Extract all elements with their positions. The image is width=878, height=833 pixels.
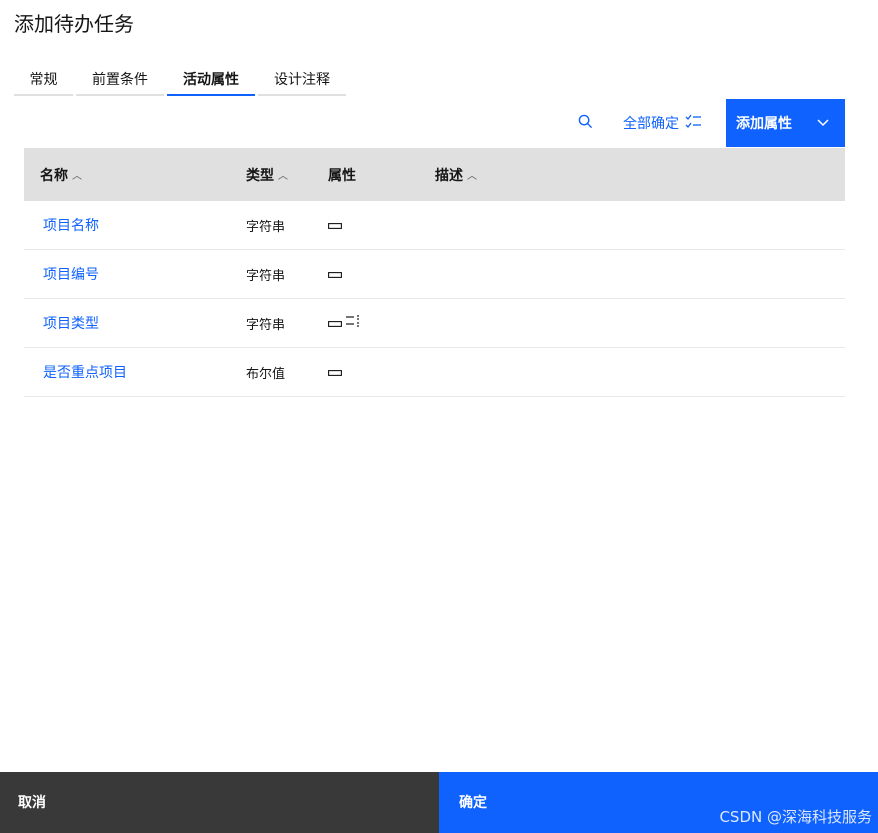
table-header: 名称 ︿ 类型 ︿ 属性 描述 ︿ <box>24 148 845 201</box>
confirm-all-button[interactable]: 全部确定 <box>605 99 726 147</box>
field-box-icon <box>328 315 342 331</box>
field-box-icon <box>328 364 342 380</box>
tab-general[interactable]: 常规 <box>14 64 73 96</box>
tab-bar: 常规 前置条件 活动属性 设计注释 <box>14 64 349 96</box>
column-header-type[interactable]: 类型 ︿ <box>246 165 328 185</box>
table-row: 项目名称 字符串 <box>24 201 845 250</box>
ok-button[interactable]: 确定 CSDN @深海科技服务 <box>439 772 878 833</box>
column-header-desc-label: 描述 <box>435 167 463 184</box>
table-row: 是否重点项目 布尔值 <box>24 348 845 397</box>
sort-ascending-icon: ︿ <box>467 171 477 182</box>
tab-design-notes[interactable]: 设计注释 <box>258 64 346 96</box>
attributes-table: 名称 ︿ 类型 ︿ 属性 描述 ︿ 项目名称 字符串 项目编号 字符串 项目类型 <box>24 148 845 397</box>
search-button[interactable] <box>565 99 605 147</box>
row-name-link[interactable]: 是否重点项目 <box>24 362 246 382</box>
row-type: 字符串 <box>246 268 286 284</box>
field-box-icon <box>328 266 342 282</box>
row-name-link[interactable]: 项目编号 <box>24 264 246 284</box>
column-header-attr-label: 属性 <box>328 167 356 184</box>
row-type: 字符串 <box>246 219 286 235</box>
column-header-attr: 属性 <box>328 165 435 185</box>
search-icon <box>578 114 593 133</box>
add-attribute-button[interactable]: 添加属性 <box>726 99 845 147</box>
table-row: 项目类型 字符串 <box>24 299 845 348</box>
tab-activity-attributes[interactable]: 活动属性 <box>167 64 255 96</box>
column-header-name-label: 名称 <box>40 167 68 184</box>
row-attr <box>328 217 435 233</box>
sort-ascending-icon: ︿ <box>278 171 288 182</box>
row-attr <box>328 315 435 331</box>
sort-ascending-icon: ︿ <box>72 171 82 182</box>
checklist-icon <box>679 114 702 133</box>
row-attr <box>328 266 435 282</box>
field-box-icon <box>328 217 342 233</box>
row-type: 布尔值 <box>246 366 286 382</box>
column-header-desc[interactable]: 描述 ︿ <box>435 165 845 185</box>
chevron-down-icon <box>817 115 829 131</box>
table-row: 项目编号 字符串 <box>24 250 845 299</box>
dialog-title: 添加待办任务 <box>14 12 134 36</box>
column-header-name[interactable]: 名称 ︿ <box>24 165 246 185</box>
cancel-button[interactable]: 取消 <box>0 772 439 833</box>
ok-label: 确定 <box>459 795 487 811</box>
table-toolbar: 全部确定 添加属性 <box>565 99 845 147</box>
watermark: CSDN @深海科技服务 <box>719 808 872 826</box>
dialog-footer: 取消 确定 CSDN @深海科技服务 <box>0 772 878 833</box>
tab-preconditions[interactable]: 前置条件 <box>76 64 164 96</box>
row-name-link[interactable]: 项目类型 <box>24 313 246 333</box>
confirm-all-label: 全部确定 <box>623 116 679 132</box>
row-type: 字符串 <box>246 317 286 333</box>
list-icon <box>346 315 360 331</box>
row-attr <box>328 364 435 380</box>
add-attribute-label: 添加属性 <box>736 116 792 132</box>
column-header-type-label: 类型 <box>246 167 274 184</box>
row-name-link[interactable]: 项目名称 <box>24 215 246 235</box>
